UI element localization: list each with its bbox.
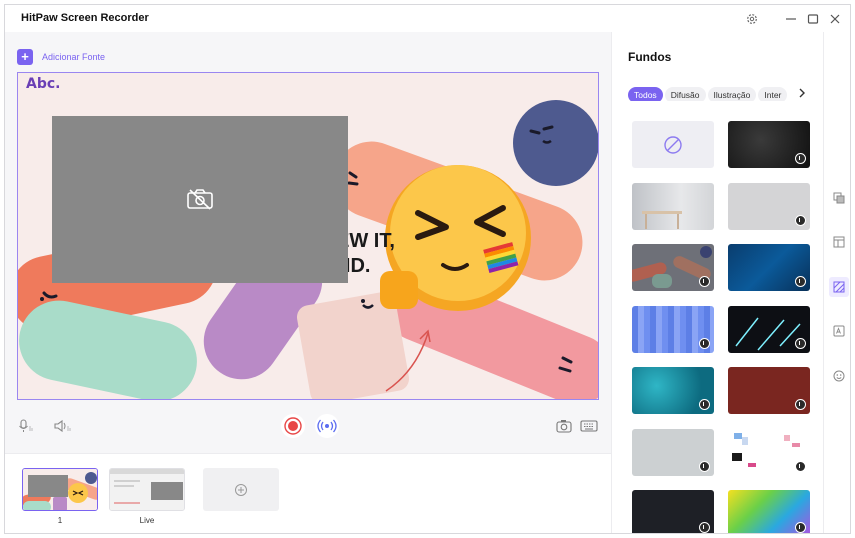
background-icon: [833, 281, 845, 293]
app-window: HitPaw Screen Recorder + Adicionar Fonte: [4, 4, 851, 534]
layers-icon: [833, 192, 845, 204]
tabs-next-button[interactable]: [796, 85, 808, 101]
add-scene-button[interactable]: [203, 468, 279, 511]
microphone-button[interactable]: [17, 418, 37, 434]
title-bar: HitPaw Screen Recorder: [5, 5, 850, 33]
scene-strip: 1 Live: [5, 453, 611, 533]
layers-button[interactable]: [829, 188, 849, 208]
background-none[interactable]: [632, 121, 714, 168]
background-thumb-dark-texture[interactable]: [728, 121, 810, 168]
background-thumb-blue-pattern[interactable]: [728, 244, 810, 291]
live-button[interactable]: [315, 414, 339, 438]
scene-thumbnail-1[interactable]: [22, 468, 98, 511]
plus-icon: +: [17, 49, 33, 65]
scene-label-1: 1: [57, 516, 63, 525]
download-icon: [699, 399, 710, 410]
maximize-button[interactable]: [805, 11, 821, 27]
maximize-icon: [807, 14, 819, 24]
download-icon: [699, 276, 710, 287]
close-button[interactable]: [827, 11, 843, 27]
logo-text: Abc.: [26, 76, 61, 92]
live-broadcast-icon: [317, 419, 337, 433]
minimize-button[interactable]: [783, 11, 799, 27]
backgrounds-panel: Fundos Todos Difusão Ilustração Inter: [611, 32, 823, 533]
main-area: + Adicionar Fonte Abc. EW IT, ND. 1 Live: [5, 32, 611, 533]
download-icon: [795, 276, 806, 287]
panel-title: Fundos: [628, 50, 672, 64]
background-thumb-pixel-art[interactable]: [728, 429, 810, 476]
tab-todos[interactable]: Todos: [628, 87, 663, 101]
keyboard-icon: [580, 420, 598, 432]
background-thumb-room[interactable]: [632, 183, 714, 230]
emoji-button[interactable]: [829, 366, 849, 386]
text-button[interactable]: [829, 321, 849, 341]
background-thumb-dark-rain[interactable]: [632, 490, 714, 533]
layout-button[interactable]: [829, 232, 849, 252]
speaker-button[interactable]: [52, 418, 74, 434]
camera-source-placeholder[interactable]: [52, 116, 348, 283]
download-icon: [795, 215, 806, 226]
microphone-icon: [19, 419, 33, 432]
download-icon: [795, 522, 806, 533]
category-tabs: Todos Difusão Ilustração Inter: [628, 85, 808, 101]
download-icon: [699, 461, 710, 472]
scene-1-preview: [23, 469, 97, 510]
minimize-icon: [786, 18, 796, 20]
background-thumb-grey[interactable]: [728, 183, 810, 230]
scene-live-preview: [110, 469, 184, 510]
no-background-icon: [664, 135, 682, 154]
chevron-right-icon: [799, 88, 805, 98]
settings-icon: [747, 14, 757, 24]
tab-difusao[interactable]: Difusão: [664, 87, 706, 101]
scene-label-live: Live: [139, 516, 155, 525]
download-icon: [699, 338, 710, 349]
camera-off-icon: [187, 189, 213, 210]
tab-inter[interactable]: Inter: [758, 87, 788, 101]
tab-ilustracao[interactable]: Ilustração: [707, 87, 757, 101]
preview-canvas[interactable]: Abc. EW IT, ND.: [17, 72, 599, 400]
record-icon: [284, 417, 302, 435]
screenshot-icon: [556, 420, 572, 433]
text-icon: [833, 325, 845, 337]
background-thumb-shapes[interactable]: [632, 244, 714, 291]
background-thumb-teal-bokeh[interactable]: [632, 367, 714, 414]
download-icon: [795, 399, 806, 410]
keyboard-button[interactable]: [579, 418, 599, 434]
background-button[interactable]: [829, 277, 849, 297]
download-icon: [795, 461, 806, 472]
scene-thumbnail-live[interactable]: [109, 468, 185, 511]
add-source-label: Adicionar Fonte: [42, 52, 106, 62]
download-icon: [795, 153, 806, 164]
download-icon: [795, 338, 806, 349]
add-scene-icon: [235, 483, 247, 496]
control-bar: [5, 410, 611, 440]
app-title: HitPaw Screen Recorder: [21, 12, 149, 24]
record-button[interactable]: [281, 414, 305, 438]
background-thumb-blue-bars[interactable]: [632, 306, 714, 353]
room-illustration: [642, 211, 682, 229]
emoji-icon: [833, 370, 845, 382]
background-thumb-dark-red[interactable]: [728, 367, 810, 414]
add-source-button[interactable]: + Adicionar Fonte: [17, 49, 105, 65]
right-tool-rail: [823, 32, 850, 533]
close-icon: [830, 14, 840, 24]
speaker-icon: [54, 419, 71, 433]
background-thumb-rainbow[interactable]: [728, 490, 810, 533]
screenshot-button[interactable]: [555, 418, 573, 434]
background-thumb-neon-lines[interactable]: [728, 306, 810, 353]
background-thumb-light-grey[interactable]: [632, 429, 714, 476]
settings-button[interactable]: [744, 11, 760, 27]
download-icon: [699, 522, 710, 533]
layout-icon: [833, 236, 845, 248]
